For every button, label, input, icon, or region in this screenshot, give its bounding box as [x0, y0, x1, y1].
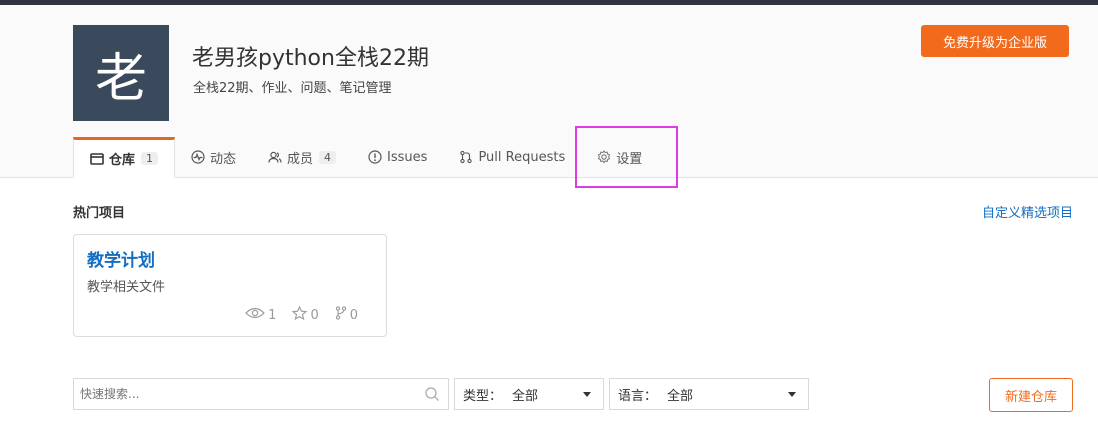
- org-title: 老男孩python全栈22期: [192, 46, 429, 71]
- featured-projects-title: 热门项目: [73, 206, 126, 221]
- chevron-down-icon: [788, 392, 796, 397]
- fork-count: 0: [349, 307, 358, 323]
- star-count: 0: [310, 307, 319, 323]
- type-select-label: 类型：: [463, 388, 503, 404]
- type-select-value: 全部: [512, 388, 539, 404]
- repo-list-row-cut: [73, 435, 1073, 445]
- watch-count: 1: [268, 307, 277, 323]
- project-card-stats: 1 0 0: [245, 305, 358, 324]
- tab-members[interactable]: 成员 4: [252, 137, 352, 177]
- tab-pull-requests[interactable]: Pull Requests: [443, 137, 581, 177]
- search-input[interactable]: [74, 379, 416, 409]
- member-count-badge: 4: [319, 150, 337, 164]
- project-card-description: 教学相关文件: [87, 280, 166, 295]
- activity-icon: [191, 150, 205, 164]
- tab-issues[interactable]: Issues: [352, 137, 443, 177]
- tab-members-label: 成员: [287, 151, 314, 167]
- search-icon[interactable]: [424, 386, 440, 406]
- tab-pull-requests-label: Pull Requests: [478, 149, 566, 165]
- type-select[interactable]: 类型： 全部: [454, 378, 604, 410]
- chevron-down-icon: [583, 392, 591, 397]
- tab-repositories-label: 仓库: [109, 153, 136, 168]
- avatar-char: 老: [94, 48, 147, 109]
- org-description: 全栈22期、作业、问题、笔记管理: [193, 81, 392, 96]
- pull-request-icon: [459, 150, 473, 164]
- eye-icon: [245, 306, 266, 324]
- language-select-label: 语言：: [618, 388, 658, 404]
- project-card-title[interactable]: 教学计划: [87, 246, 155, 271]
- fork-stat[interactable]: 0: [335, 306, 358, 324]
- issue-icon: [368, 150, 382, 164]
- new-repo-button[interactable]: 新建仓库: [989, 378, 1073, 412]
- settings-highlight-box: [575, 126, 678, 188]
- language-select[interactable]: 语言： 全部: [609, 378, 809, 410]
- star-stat[interactable]: 0: [292, 305, 319, 324]
- repo-search-box: [73, 378, 449, 410]
- upgrade-enterprise-button[interactable]: 免费升级为企业版: [921, 25, 1069, 57]
- org-avatar: 老: [73, 25, 169, 121]
- tab-issues-label: Issues: [387, 149, 428, 165]
- fork-icon: [335, 306, 347, 324]
- org-tabs: 仓库 1 动态 成员 4 Issues Pull Requests 设置: [73, 137, 658, 178]
- tab-activity[interactable]: 动态: [175, 137, 252, 177]
- repo-icon: [90, 152, 104, 166]
- repo-count-badge: 1: [141, 152, 159, 165]
- tab-repositories[interactable]: 仓库 1: [73, 137, 176, 178]
- members-icon: [268, 150, 282, 164]
- project-card: 教学计划 教学相关文件 1 0 0: [73, 234, 387, 337]
- watch-stat[interactable]: 1: [245, 306, 276, 324]
- language-select-value: 全部: [667, 388, 694, 404]
- customize-featured-link[interactable]: 自定义精选项目: [982, 202, 1073, 221]
- star-icon: [292, 305, 308, 324]
- tab-activity-label: 动态: [210, 151, 237, 167]
